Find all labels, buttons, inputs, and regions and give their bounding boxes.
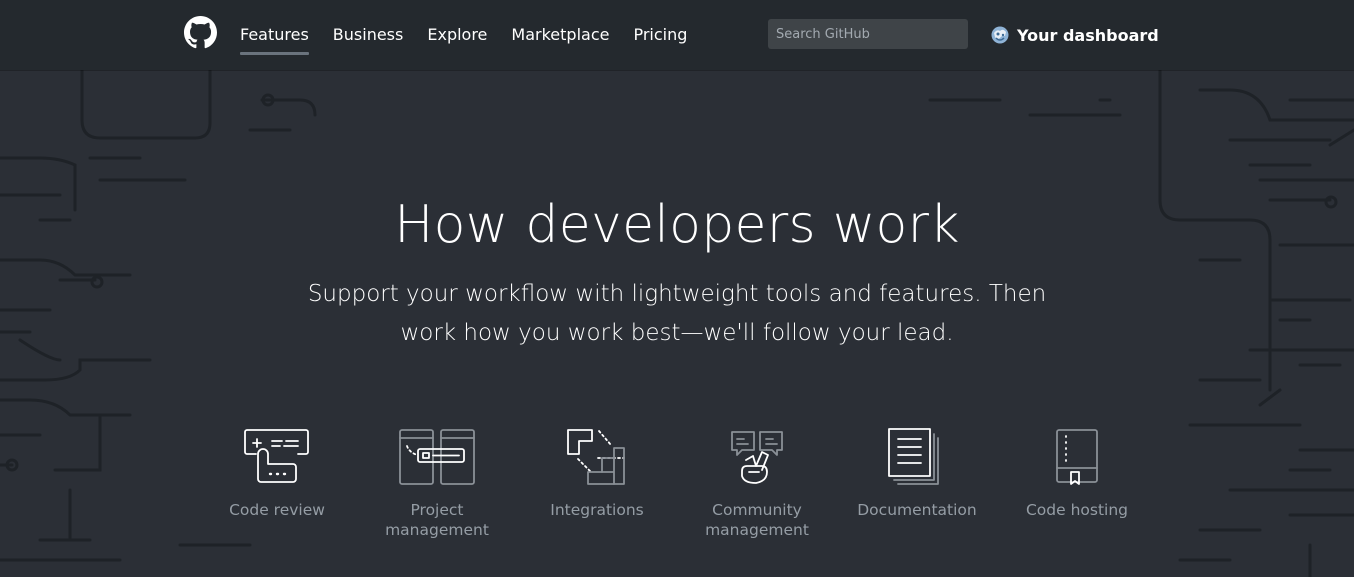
feature-label: Community management bbox=[705, 501, 809, 539]
hero-subtitle: Support your workflow with lightweight t… bbox=[307, 281, 1047, 346]
nav-explore[interactable]: Explore bbox=[427, 0, 487, 70]
main-nav: Features Business Explore Marketplace Pr… bbox=[240, 0, 711, 70]
integrations-icon bbox=[567, 429, 625, 485]
avatar bbox=[991, 26, 1009, 44]
community-management-icon bbox=[731, 431, 783, 484]
feature-label: Project management bbox=[385, 501, 489, 539]
feature-label: Code hosting bbox=[1025, 501, 1129, 519]
nav-pricing[interactable]: Pricing bbox=[633, 0, 687, 70]
search-input[interactable] bbox=[768, 19, 968, 49]
feature-label: Code review bbox=[229, 501, 325, 519]
feature-label: Documentation bbox=[857, 501, 977, 519]
nav-marketplace[interactable]: Marketplace bbox=[511, 0, 609, 70]
your-dashboard-link[interactable]: Your dashboard bbox=[991, 22, 1159, 48]
feature-documentation[interactable]: Documentation bbox=[837, 428, 997, 520]
nav-business[interactable]: Business bbox=[333, 0, 404, 70]
project-management-icon bbox=[399, 429, 475, 485]
feature-code-hosting[interactable]: Code hosting bbox=[997, 428, 1157, 520]
top-header: Features Business Explore Marketplace Pr… bbox=[0, 0, 1354, 70]
feature-label: Integrations bbox=[550, 501, 644, 519]
code-review-icon bbox=[244, 429, 309, 483]
dashboard-label: Your dashboard bbox=[1017, 25, 1159, 45]
github-logo-icon[interactable] bbox=[184, 16, 217, 49]
feature-code-review[interactable]: Code review bbox=[197, 428, 357, 520]
nav-features[interactable]: Features bbox=[240, 0, 309, 70]
feature-community-management[interactable]: Community management bbox=[677, 428, 837, 540]
documentation-icon bbox=[888, 428, 939, 485]
feature-project-management[interactable]: Project management bbox=[357, 428, 517, 540]
code-hosting-icon bbox=[1056, 429, 1098, 485]
feature-integrations[interactable]: Integrations bbox=[517, 428, 677, 520]
hero-title: How developers work bbox=[394, 195, 960, 255]
